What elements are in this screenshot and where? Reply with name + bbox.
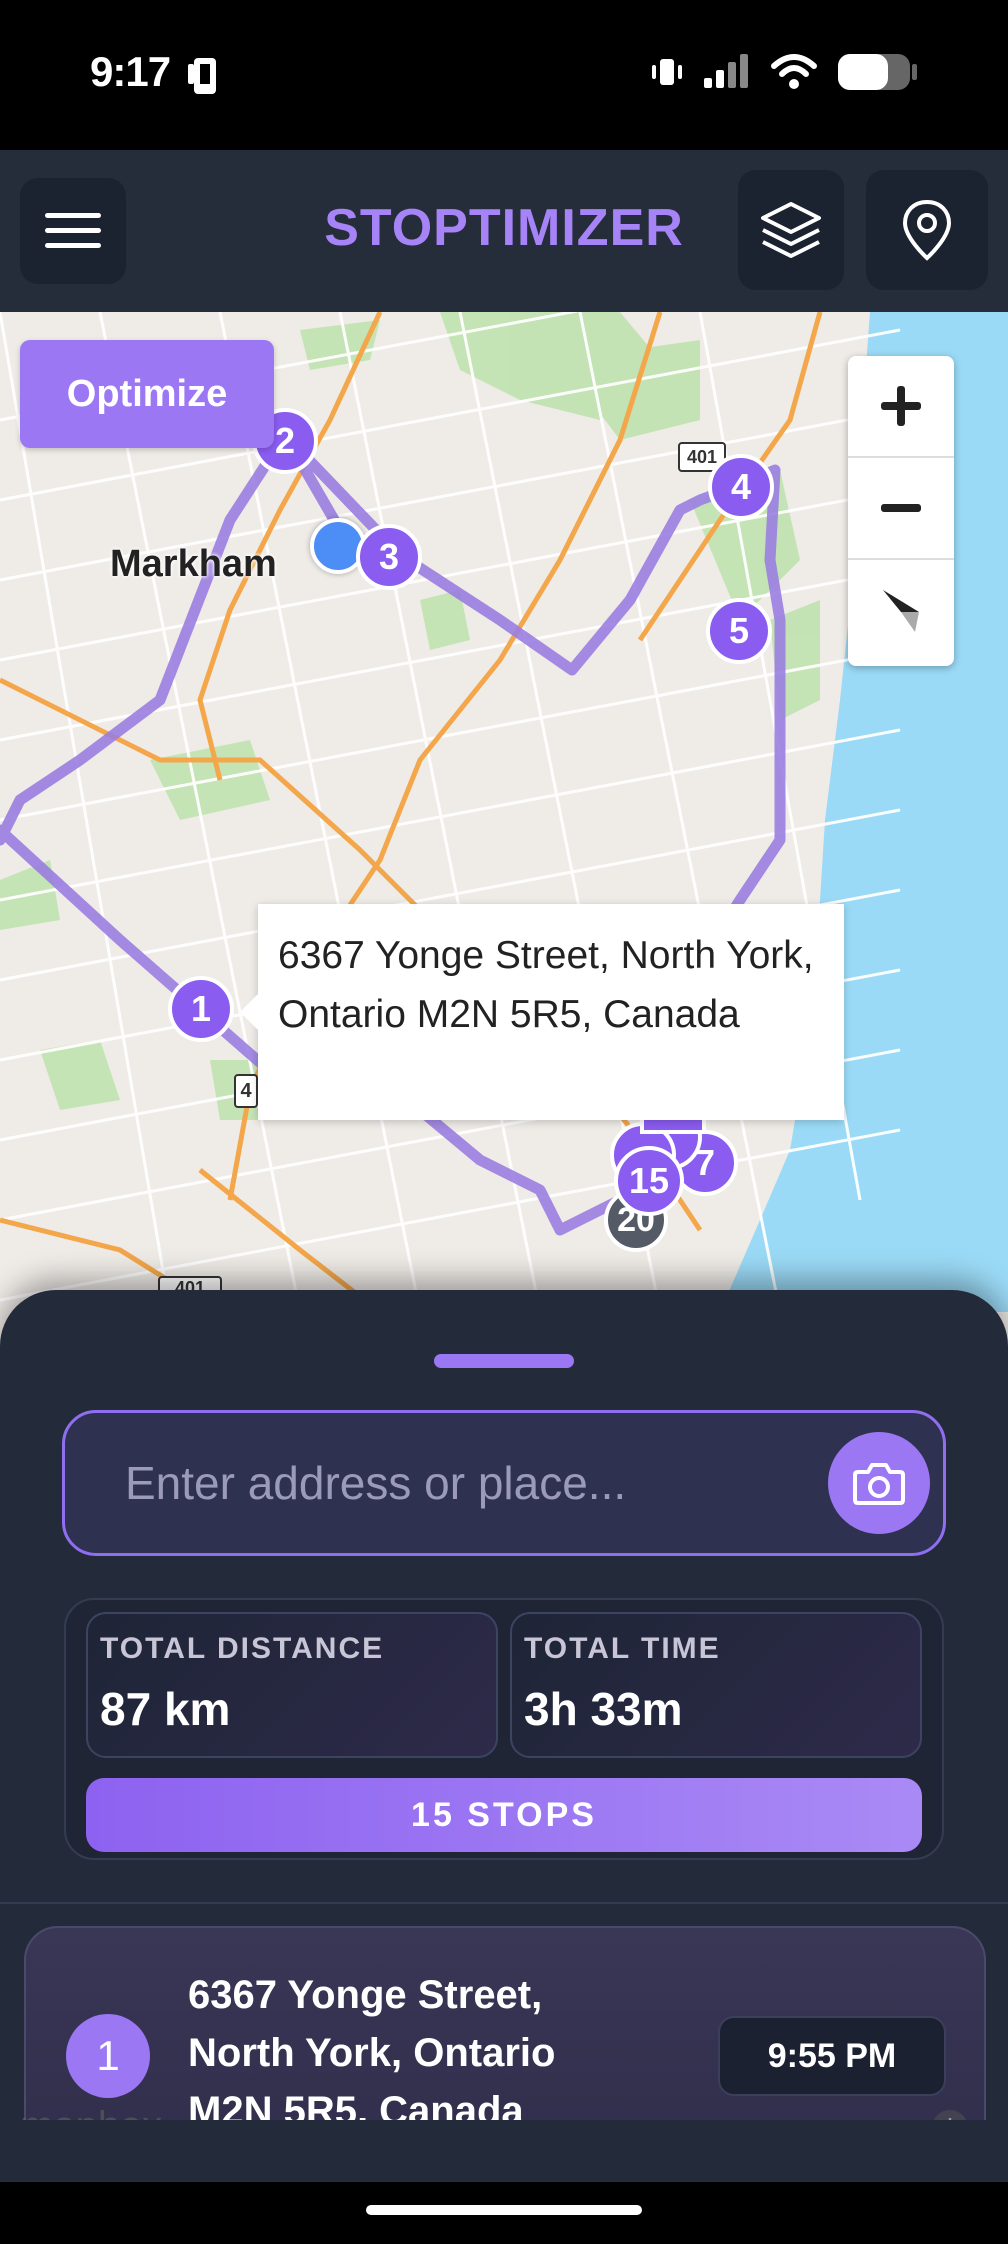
status-bar: 9:17 [0,0,1008,150]
compass-button[interactable] [848,560,954,662]
status-icons [650,52,918,92]
app-screen: 9:17 STOPTIMIZER Markham 401 4 401 1 2 3… [0,0,1008,2244]
total-distance-value: 87 km [100,1683,231,1735]
compass-arrow-icon [883,590,919,632]
camera-icon [853,1463,905,1505]
stop-eta-badge: 9:55 PM [718,2016,946,2096]
app-title: STOPTIMIZER [324,199,684,257]
stop-address: 6367 Yonge Street, North York, Ontario M… [188,1973,556,2133]
stop-marker[interactable]: 5 [706,598,772,664]
status-time: 9:17 [90,48,171,95]
battery-icon [838,54,917,90]
stop-marker[interactable]: 1 [168,976,234,1042]
optimize-button[interactable]: Optimize [20,340,274,448]
zoom-out-button[interactable] [848,458,954,560]
zoom-in-button[interactable] [848,356,954,458]
total-time-value: 3h 33m [524,1683,683,1735]
popup-address: 6367 Yonge Street, North York, Ontario M… [278,934,814,1036]
layers-button[interactable] [738,170,844,290]
stops-count-button[interactable]: 15 STOPS [86,1778,922,1852]
total-time-card: TOTAL TIME 3h 33m [510,1612,922,1758]
plus-icon [881,386,921,426]
camera-scan-button[interactable] [828,1432,930,1534]
place-label-markham: Markham [110,543,277,585]
address-search-field[interactable] [62,1410,946,1556]
stop-marker[interactable]: 15 [614,1146,684,1216]
total-distance-card: TOTAL DISTANCE 87 km [86,1612,498,1758]
map-controls [848,356,954,666]
wifi-icon [771,54,817,89]
sheet-drag-handle[interactable] [434,1354,574,1368]
signal-icon [704,54,748,88]
home-indicator[interactable] [366,2205,642,2215]
sheet-divider [0,1902,1008,1904]
total-time-label: TOTAL TIME [524,1632,721,1665]
stop-number-badge: 1 [66,2014,150,2098]
highway-shield-partial: 4 [234,1074,258,1108]
total-distance-label: TOTAL DISTANCE [100,1632,385,1665]
phone-vibrate-icon [188,58,216,94]
route-stats-panel: TOTAL DISTANCE 87 km TOTAL TIME 3h 33m 1… [64,1598,944,1860]
location-pin-icon [902,199,952,261]
layers-icon [761,202,821,258]
address-search-input[interactable] [125,1413,825,1553]
vibrate-icon [652,59,682,85]
minus-icon [881,504,921,512]
stop-marker[interactable]: 4 [708,454,774,520]
sheet-bottom-edge [0,2120,1008,2182]
stop-marker[interactable]: 3 [356,524,422,590]
location-pin-button[interactable] [866,170,988,290]
address-popup: 6367 Yonge Street, North York, Ontario M… [240,904,844,1120]
